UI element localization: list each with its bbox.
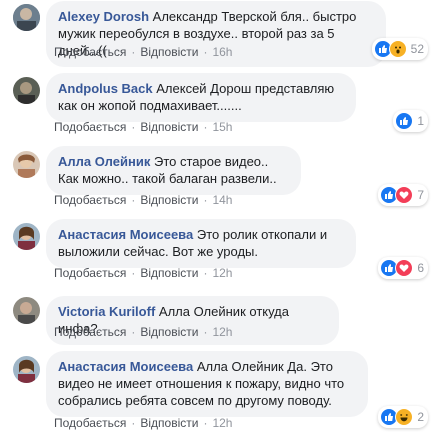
- like-link[interactable]: Подобається: [54, 45, 126, 59]
- reaction-count: 7: [417, 188, 424, 202]
- reaction-summary[interactable]: 6: [378, 257, 428, 279]
- comment-time[interactable]: 15h: [212, 120, 232, 134]
- reaction-count: 2: [417, 410, 424, 424]
- comment-actions: Подобається · Відповісти · 15h: [54, 120, 233, 134]
- reply-link[interactable]: Відповісти: [140, 193, 198, 207]
- reaction-summary[interactable]: 7: [378, 184, 428, 206]
- reply-link[interactable]: Відповісти: [140, 266, 198, 280]
- like-link[interactable]: Подобається: [54, 193, 126, 207]
- avatar[interactable]: [13, 151, 40, 178]
- comment-author[interactable]: Алла Олейник: [58, 154, 150, 169]
- comment-author[interactable]: Alexey Dorosh: [58, 9, 149, 24]
- comment-bubble: Анастасия Моисеева Это ролик откопали и …: [46, 219, 356, 268]
- like-link[interactable]: Подобається: [54, 266, 126, 280]
- reply-link[interactable]: Відповісти: [140, 416, 198, 430]
- comment-actions: Подобається · Відповісти · 12h: [54, 416, 233, 430]
- comment-bubble: Анастасия Моисеева Алла Олейник Да. Это …: [46, 351, 368, 417]
- comment-time[interactable]: 12h: [212, 266, 232, 280]
- comment-actions: Подобається · Відповісти · 14h: [54, 193, 233, 207]
- avatar[interactable]: [13, 223, 40, 250]
- comment-actions: Подобається · Відповісти · 16h: [54, 45, 233, 59]
- comment-actions: Подобається · Відповісти · 12h: [54, 266, 233, 280]
- comment-author[interactable]: Анастасия Моисеева: [58, 359, 193, 374]
- reaction-summary[interactable]: 1: [393, 110, 428, 132]
- avatar[interactable]: [13, 4, 40, 31]
- comment-time[interactable]: 16h: [212, 45, 232, 59]
- reaction-summary[interactable]: 2: [378, 406, 428, 428]
- like-link[interactable]: Подобається: [54, 416, 126, 430]
- reaction-count: 52: [410, 42, 424, 56]
- comment-time[interactable]: 14h: [212, 193, 232, 207]
- love-icon: [395, 186, 414, 204]
- reply-link[interactable]: Відповісти: [140, 325, 198, 339]
- like-link[interactable]: Подобається: [54, 325, 126, 339]
- avatar[interactable]: [13, 297, 40, 324]
- comment-time[interactable]: 12h: [212, 325, 232, 339]
- like-link[interactable]: Подобається: [54, 120, 126, 134]
- comment-bubble: Andpolus Back Алексей Дорош представляю …: [46, 73, 356, 122]
- comment-author[interactable]: Victoria Kuriloff: [58, 304, 155, 319]
- comment-time[interactable]: 12h: [212, 416, 232, 430]
- avatar[interactable]: [13, 356, 40, 383]
- reply-link[interactable]: Відповісти: [140, 120, 198, 134]
- haha-icon: [395, 408, 414, 426]
- wow-icon: [388, 40, 407, 58]
- avatar[interactable]: [13, 77, 40, 104]
- comment-author[interactable]: Анастасия Моисеева: [58, 227, 193, 242]
- comment-actions: Подобається · Відповісти · 12h: [54, 325, 233, 339]
- comment-author[interactable]: Andpolus Back: [58, 81, 153, 96]
- love-icon: [395, 259, 414, 277]
- reply-link[interactable]: Відповісти: [140, 45, 198, 59]
- reaction-count: 1: [417, 114, 424, 128]
- comment-bubble: Алла Олейник Это старое видео.. Как можн…: [46, 146, 301, 195]
- reaction-summary[interactable]: 52: [371, 38, 428, 60]
- reaction-count: 6: [417, 261, 424, 275]
- like-icon: [395, 112, 414, 130]
